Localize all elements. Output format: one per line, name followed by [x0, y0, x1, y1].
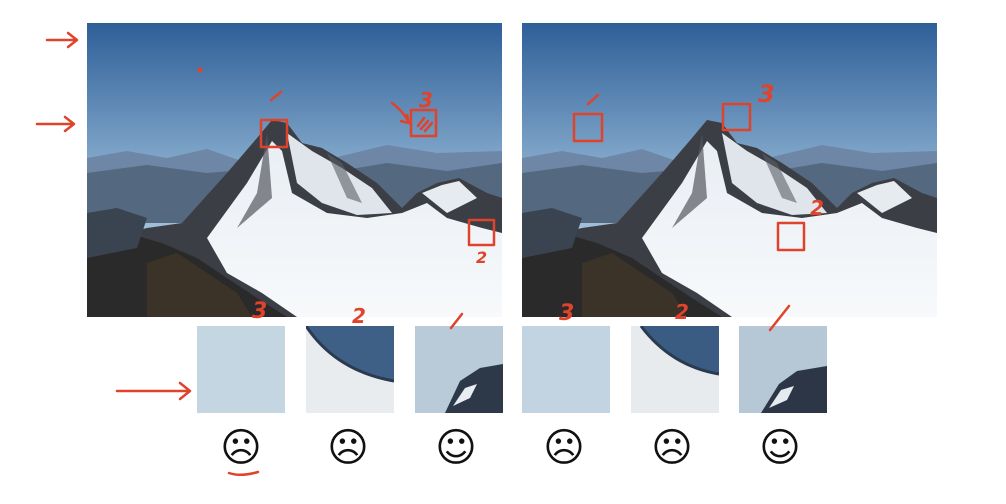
patch-5-edge — [631, 326, 719, 413]
arrow-middle — [35, 115, 76, 133]
right-label-2: 2 — [810, 196, 824, 220]
left-landscape-image — [87, 23, 502, 317]
patch-label-2: 2 — [352, 304, 366, 328]
patch-3-peak — [415, 326, 503, 413]
left-label-3: 3 — [419, 88, 433, 112]
right-label-3: 3 — [758, 80, 775, 108]
rating-face-5: ☹ — [651, 425, 693, 471]
patch-label-1: 3 — [252, 299, 268, 324]
arrow-patches — [115, 381, 192, 401]
patch-1-sky — [197, 326, 285, 413]
patch-label-4: 3 — [559, 301, 575, 326]
patch-2-edge — [306, 326, 394, 413]
rating-face-2: ☹ — [327, 425, 369, 471]
face-underline — [227, 470, 260, 476]
rating-face-6: ☺ — [759, 425, 801, 471]
rating-face-3: ☺ — [435, 425, 477, 471]
right-photo — [522, 23, 937, 317]
left-label-2: 2 — [476, 248, 488, 267]
patch-label-5: 2 — [675, 300, 689, 324]
patch-6-peak — [739, 326, 827, 413]
patch-4-sky — [522, 326, 610, 413]
arrow-top — [45, 31, 79, 49]
right-landscape-image — [522, 23, 937, 317]
rating-face-1: ☹ — [220, 425, 262, 471]
rating-face-4: ☹ — [543, 425, 585, 471]
left-photo — [87, 23, 502, 317]
